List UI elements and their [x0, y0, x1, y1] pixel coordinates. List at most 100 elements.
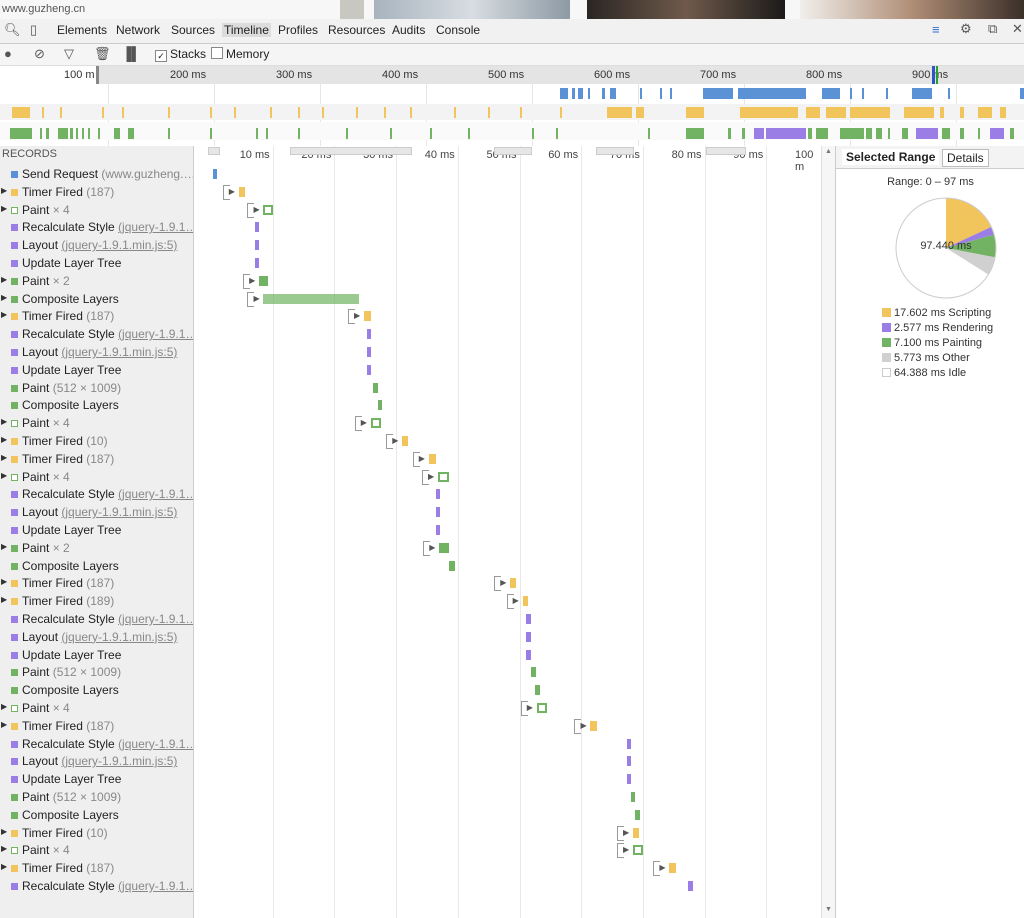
record-row[interactable]: Layout (jquery-1.9.1.min.js:5) [0, 344, 193, 361]
record-row[interactable]: Layout (jquery-1.9.1.min.js:5) [0, 504, 193, 521]
expand-arrow-icon[interactable]: ▶ [623, 845, 629, 854]
record-row[interactable]: ▶ Timer Fired (187) [0, 308, 193, 325]
record-row[interactable]: ▶ Paint × 2 [0, 540, 193, 557]
timeline-event-bar[interactable] [633, 845, 643, 856]
timeline-event-bar[interactable] [669, 863, 676, 874]
timeline-event-bar[interactable] [590, 720, 598, 731]
timeline-event-bar[interactable] [263, 293, 360, 304]
tab-resources[interactable]: Resources [328, 23, 385, 37]
record-row[interactable]: ▶ Timer Fired (10) [0, 825, 193, 842]
tab-elements[interactable]: Elements [57, 23, 107, 37]
frames-view-icon[interactable]: ▐▌ [122, 46, 140, 61]
record-row[interactable]: Recalculate Style (jquery-1.9.1… [0, 611, 193, 628]
timeline-event-bar[interactable] [626, 738, 632, 749]
source-link[interactable]: (jquery-1.9.1.min.js:5) [61, 238, 177, 252]
source-link[interactable]: (jquery-1.9.1… [118, 487, 193, 501]
expand-arrow-icon[interactable]: ▶ [429, 543, 435, 552]
expand-arrow-icon[interactable]: ▶ [1, 275, 7, 284]
record-row[interactable]: ▶ Paint × 4 [0, 415, 193, 432]
timeline-event-bar[interactable] [372, 382, 378, 393]
timeline-event-bar[interactable] [510, 578, 517, 589]
record-row[interactable]: ▶ Composite Layers [0, 291, 193, 308]
timeline-event-bar[interactable] [530, 667, 536, 678]
expand-arrow-icon[interactable]: ▶ [1, 417, 7, 426]
source-link[interactable]: (jquery-1.9.1… [118, 737, 193, 751]
record-row[interactable]: Layout (jquery-1.9.1.min.js:5) [0, 629, 193, 646]
record-row[interactable]: Composite Layers [0, 682, 193, 699]
timeline-event-bar[interactable] [370, 418, 381, 429]
source-link[interactable]: (jquery-1.9.1.min.js:5) [61, 754, 177, 768]
timeline-event-bar[interactable] [439, 542, 449, 553]
timeline-event-bar[interactable] [687, 881, 693, 891]
record-row[interactable]: ▶ Timer Fired (187) [0, 575, 193, 592]
expand-arrow-icon[interactable]: ▶ [253, 205, 259, 214]
device-mode-icon[interactable]: ▯ [30, 22, 37, 38]
expand-arrow-icon[interactable]: ▶ [527, 703, 533, 712]
record-icon[interactable]: ● [4, 46, 12, 61]
record-row[interactable]: Update Layer Tree [0, 647, 193, 664]
timeline-event-bar[interactable] [436, 489, 441, 500]
expand-arrow-icon[interactable]: ▶ [1, 471, 7, 480]
expand-arrow-icon[interactable]: ▶ [1, 862, 7, 871]
range-handle-right[interactable] [932, 66, 935, 84]
expand-arrow-icon[interactable]: ▶ [659, 863, 665, 872]
drawer-toggle-icon[interactable]: ≡ [932, 22, 940, 37]
record-row[interactable]: ▶ Timer Fired (187) [0, 860, 193, 877]
expand-arrow-icon[interactable]: ▶ [580, 721, 586, 730]
range-handle-right[interactable] [936, 66, 938, 84]
expand-arrow-icon[interactable]: ▶ [253, 294, 259, 303]
record-row[interactable]: Composite Layers [0, 807, 193, 824]
expand-arrow-icon[interactable]: ▶ [500, 578, 506, 587]
expand-arrow-icon[interactable]: ▶ [419, 454, 425, 463]
search-icon[interactable]: 🔍︎ [4, 22, 21, 38]
record-row[interactable]: Paint (512 × 1009) [0, 664, 193, 681]
timeline-event-bar[interactable] [526, 631, 531, 642]
record-row[interactable]: Send Request (www.guzheng.… [0, 166, 193, 183]
stacks-checkbox[interactable]: ✓ Stacks [155, 47, 206, 62]
expand-arrow-icon[interactable]: ▶ [1, 702, 7, 711]
clear-icon[interactable]: ⊘ [34, 46, 45, 62]
expand-arrow-icon[interactable]: ▶ [1, 435, 7, 444]
source-link[interactable]: (jquery-1.9.1… [118, 327, 193, 341]
record-row[interactable]: ▶ Paint × 2 [0, 273, 193, 290]
timeline-event-bar[interactable] [238, 186, 245, 197]
source-link[interactable]: (jquery-1.9.1… [118, 879, 193, 893]
timeline-event-bar[interactable] [534, 685, 540, 696]
timeline-event-bar[interactable] [626, 774, 632, 785]
timeline-event-bar[interactable] [377, 400, 382, 411]
timeline-event-bar[interactable] [536, 703, 547, 713]
expand-arrow-icon[interactable]: ▶ [1, 720, 7, 729]
record-row[interactable]: ▶ Timer Fired (187) [0, 451, 193, 468]
record-row[interactable]: ▶ Timer Fired (189) [0, 593, 193, 610]
expand-arrow-icon[interactable]: ▶ [513, 596, 519, 605]
record-row[interactable]: Update Layer Tree [0, 255, 193, 272]
scrollbar[interactable]: ▲ ▼ [821, 146, 836, 918]
timeline-event-bar[interactable] [526, 649, 531, 660]
expand-arrow-icon[interactable]: ▶ [1, 453, 7, 462]
record-row[interactable]: ▶ Timer Fired (187) [0, 718, 193, 735]
record-row[interactable]: ▶ Paint × 4 [0, 202, 193, 219]
gear-icon[interactable]: ⚙ [960, 21, 972, 37]
expand-arrow-icon[interactable]: ▶ [1, 186, 7, 195]
timeline-graph[interactable]: 10 ms 20 ms 30 ms 40 ms 50 ms 60 ms 70 ms 80 ms… [194, 146, 829, 918]
record-row[interactable]: Recalculate Style (jquery-1.9.1… [0, 219, 193, 236]
timeline-event-bar[interactable] [526, 614, 531, 624]
expand-arrow-icon[interactable]: ▶ [623, 828, 629, 837]
timeline-event-bar[interactable] [402, 436, 409, 446]
range-handle-left[interactable] [96, 66, 99, 84]
record-row[interactable]: Recalculate Style (jquery-1.9.1… [0, 878, 193, 895]
timeline-event-bar[interactable] [255, 240, 260, 251]
record-row[interactable]: Layout (jquery-1.9.1.min.js:5) [0, 753, 193, 770]
timeline-event-bar[interactable] [364, 311, 372, 322]
expand-arrow-icon[interactable]: ▶ [1, 293, 7, 302]
record-row[interactable]: ▶ Timer Fired (187) [0, 184, 193, 201]
tab-selected-range[interactable]: Selected Range [842, 149, 940, 165]
record-row[interactable]: Recalculate Style (jquery-1.9.1… [0, 326, 193, 343]
expand-arrow-icon[interactable]: ▶ [1, 844, 7, 853]
tab-console[interactable]: Console [436, 23, 480, 37]
timeline-event-bar[interactable] [448, 560, 455, 571]
expand-arrow-icon[interactable]: ▶ [1, 204, 7, 213]
timeline-event-bar[interactable] [212, 169, 217, 179]
timeline-event-bar[interactable] [367, 364, 372, 375]
record-row[interactable]: Recalculate Style (jquery-1.9.1… [0, 736, 193, 753]
